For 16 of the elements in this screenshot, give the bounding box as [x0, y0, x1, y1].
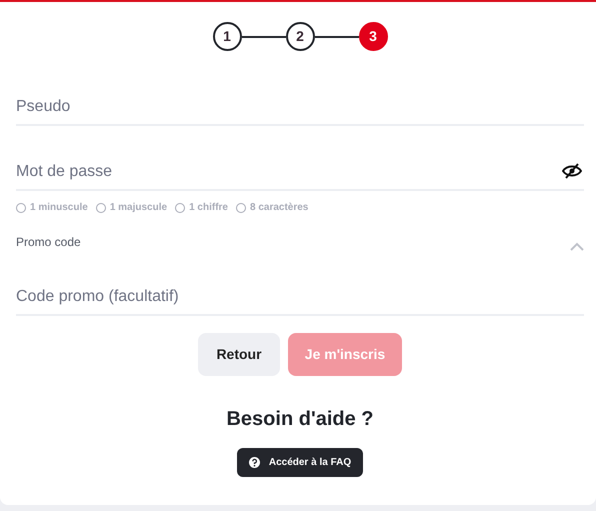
input-field[interactable]: Code promo (facultatif): [16, 285, 584, 316]
faq-button[interactable]: Accéder à la FAQ: [236, 448, 364, 477]
hide-password-icon[interactable]: [562, 163, 582, 179]
input-field[interactable]: Pseudo: [16, 95, 584, 126]
requirement-text: 8 caractères: [250, 201, 308, 215]
requirement-text: 1 chiffre: [189, 201, 228, 215]
promo-toggle[interactable]: Promo code: [16, 233, 81, 251]
help-icon: [248, 457, 260, 468]
back-button[interactable]: Retour: [198, 333, 280, 376]
requirement-text: 1 minuscule: [30, 201, 88, 215]
step-indicator: 1: [212, 22, 242, 51]
requirement-text: 1 majuscule: [110, 201, 168, 215]
step-indicator: 2: [286, 22, 314, 51]
input-field[interactable]: Mot de passe: [16, 160, 584, 191]
step-indicator: 3: [358, 22, 388, 51]
help-heading: Besoin d'aide ?: [225, 407, 374, 432]
